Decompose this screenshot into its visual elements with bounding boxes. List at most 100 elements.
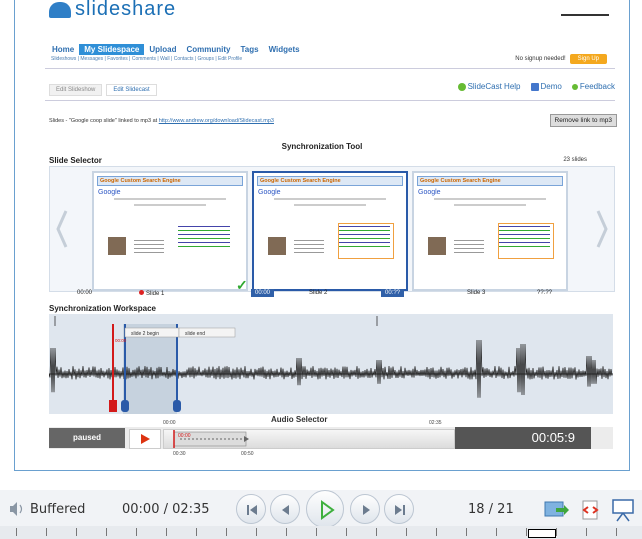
seek-tick (346, 528, 347, 536)
audio-tick-0: 00:30 (173, 451, 186, 457)
waveform-graphic: slide 2 begin slide end 00:00 (48, 316, 613, 414)
play-button[interactable] (306, 490, 344, 528)
scroll-right-icon[interactable] (596, 209, 608, 249)
thumbnail-text-lines (134, 237, 164, 256)
nav-upload[interactable]: Upload (144, 44, 181, 55)
slidecast-editor-slide: slideshare Home My Slidespace Upload Com… (14, 0, 630, 471)
edit-tabs: Edit Slideshow Edit Slidecast (49, 84, 157, 96)
next-slide-button[interactable] (350, 494, 380, 524)
sync-workspace[interactable]: slide 2 begin slide end 00:00 (48, 314, 613, 414)
thumbnail-photo (108, 237, 126, 255)
seek-tick (286, 528, 287, 536)
volume-icon[interactable] (8, 501, 26, 517)
elapsed-time-display: 00:05:9 (455, 427, 591, 449)
slide-time-box[interactable]: 00:00 (251, 289, 275, 297)
slide-label-3: Slide 3 (467, 290, 486, 296)
thumbnail-photo (428, 237, 446, 255)
audio-tick-1: 00:50 (241, 451, 254, 457)
thumbnail-results (178, 223, 230, 250)
nav-home[interactable]: Home (47, 44, 79, 55)
scroll-left-icon[interactable] (56, 209, 68, 249)
audio-play-button[interactable] (129, 429, 161, 449)
playhead-handle[interactable] (109, 400, 117, 412)
slide-seek-bar[interactable] (0, 526, 642, 539)
seek-tick (136, 528, 137, 536)
feedback-label: Feedback (579, 82, 615, 91)
slide-time: 00:00 (77, 290, 93, 296)
mp3-url-link[interactable]: http://www.andrew.org/download/Slidecast… (159, 118, 274, 124)
slide-selector-panel: Google Custom Search Engine Google ✓ Goo… (49, 166, 615, 293)
slide-counter: 18 / 21 (468, 502, 514, 517)
first-slide-button[interactable] (236, 494, 266, 524)
playback-time: 00:00 / 02:35 (122, 502, 210, 517)
nav-community[interactable]: Community (181, 44, 235, 55)
header-divider (561, 14, 609, 16)
nav-my-slidespace[interactable]: My Slidespace (79, 44, 145, 55)
export-icon[interactable] (544, 500, 570, 520)
nav-tags[interactable]: Tags (235, 44, 263, 55)
tab-edit-slidecast[interactable]: Edit Slidecast (106, 84, 157, 96)
check-icon: ✓ (236, 277, 248, 293)
embed-code-icon[interactable] (580, 500, 602, 520)
demo-label: Demo (540, 82, 562, 91)
feedback-icon (571, 83, 578, 90)
sync-tool-title: Synchronization Tool (281, 142, 363, 151)
thumbnail-brand: Google (98, 189, 121, 196)
skip-to-start-icon (247, 505, 257, 515)
slidecast-help-link[interactable]: SlideCast Help (457, 82, 521, 91)
thumbnail-highlight (338, 223, 394, 259)
slide-time: ??:?? (537, 290, 553, 296)
slide-thumbnail-3[interactable]: Google Custom Search Engine Google (412, 171, 568, 291)
playback-state-label: paused (49, 428, 125, 448)
seek-tick (256, 528, 257, 536)
selected-range (123, 324, 177, 414)
skip-to-end-icon (395, 505, 405, 515)
slide-label-2: Slide 2 (309, 290, 328, 296)
slide-thumbnail-2[interactable]: Google Custom Search Engine Google (252, 171, 408, 291)
marker-time: 00:00 (115, 338, 127, 343)
thumbnail-button (134, 204, 206, 206)
feedback-link[interactable]: Feedback (571, 82, 615, 91)
slide-time-box[interactable]: 00:?? (381, 289, 405, 297)
seek-tick (226, 528, 227, 536)
begin-handle[interactable] (121, 400, 129, 412)
help-icon (457, 82, 466, 91)
demo-link[interactable]: Demo (530, 82, 562, 91)
audio-range-slider[interactable]: 00:00 (163, 429, 455, 449)
thumbnail-photo (268, 237, 286, 255)
thumbnail-button (294, 204, 366, 206)
seek-tick (376, 528, 377, 536)
seek-thumb[interactable] (528, 529, 556, 538)
thumbnail-search-bar (114, 198, 226, 200)
seek-tick (436, 528, 437, 536)
audio-playhead-time: 00:00 (178, 433, 191, 439)
nav-widgets[interactable]: Widgets (264, 44, 305, 55)
help-links: SlideCast Help Demo Feedback (457, 82, 615, 91)
slideshare-logo[interactable]: slideshare (49, 0, 177, 20)
logo-mark-icon (49, 2, 71, 18)
presentation-screen-icon[interactable] (610, 498, 636, 522)
seek-tick (76, 528, 77, 536)
tab-edit-slideshow[interactable]: Edit Slideshow (49, 84, 103, 96)
logo-text: slideshare (75, 0, 177, 20)
thumbnail-title: Google Custom Search Engine (417, 176, 563, 186)
signup-button[interactable]: Sign Up (569, 54, 607, 64)
thumbnail-button (454, 204, 526, 206)
end-handle[interactable] (173, 400, 181, 412)
previous-slide-button[interactable] (270, 494, 300, 524)
seek-tick (496, 528, 497, 536)
slide-end-tag-text: slide end (185, 331, 205, 337)
signup-text: No signup needed! (515, 56, 566, 62)
remove-mp3-link-button[interactable]: Remove link to mp3 (549, 114, 617, 127)
last-slide-button[interactable] (384, 494, 414, 524)
slide-thumbnail-1[interactable]: Google Custom Search Engine Google ✓ (92, 171, 248, 293)
signup-area: No signup needed! Sign Up (515, 54, 607, 64)
seek-tick (106, 528, 107, 536)
slide-label-1: Slide 1 (139, 290, 164, 297)
seek-tick (556, 528, 557, 536)
sub-nav[interactable]: Slideshows | Messages | Favorites | Comm… (51, 56, 242, 62)
previous-icon (282, 505, 289, 515)
thumbnail-title: Google Custom Search Engine (97, 176, 243, 186)
slide-begin-tag-text: slide 2 begin (131, 331, 159, 337)
audio-tick-end: 02:35 (429, 420, 442, 426)
